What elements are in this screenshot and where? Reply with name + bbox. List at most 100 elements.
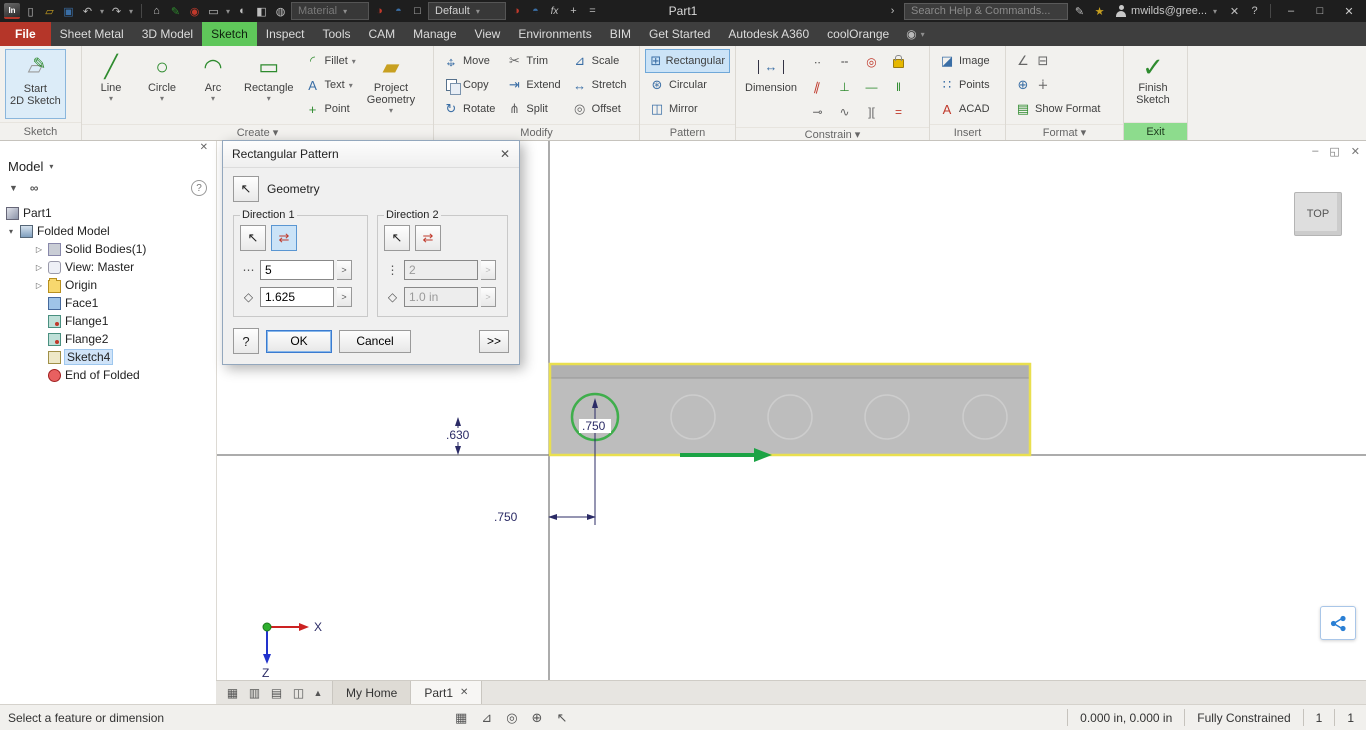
window-maximize-button[interactable]: □ — [1307, 1, 1333, 21]
browser-close-icon[interactable]: ✕ — [200, 142, 208, 155]
status-slice-icon[interactable]: ⊿ — [481, 710, 492, 726]
fix-constraint-icon[interactable] — [885, 49, 912, 74]
status-look-at-icon[interactable]: ◎ — [506, 710, 517, 726]
fillet-tool-button[interactable]: ◜ Fillet ▾ — [301, 49, 360, 73]
dialog-help-button[interactable]: ? — [233, 328, 259, 354]
direction1-flip-button[interactable]: ⇄ — [271, 225, 297, 251]
finish-sketch-button[interactable]: ✓ Finish Sketch — [1129, 49, 1177, 119]
direction2-flip-button[interactable]: ⇄ — [415, 225, 441, 251]
window-close-button[interactable]: ✕ — [1336, 1, 1362, 21]
open-folder-icon[interactable]: ▱ — [41, 2, 58, 20]
undo-icon[interactable]: ↶ — [79, 2, 96, 20]
help-icon[interactable]: ? — [1246, 2, 1263, 20]
filter-funnel-icon[interactable]: ▼ — [9, 183, 18, 193]
tree-item-origin[interactable]: ▷ Origin — [0, 276, 216, 294]
scale-tool-button[interactable]: ⊿ Scale — [568, 49, 631, 73]
tree-item-flange1[interactable]: Flange1 — [0, 312, 216, 330]
window-minimize-button[interactable]: – — [1278, 1, 1304, 21]
tab-bim[interactable]: BIM — [601, 22, 640, 46]
tab-inspect[interactable]: Inspect — [257, 22, 314, 46]
user-account-menu[interactable]: mwilds@gree... ▾ — [1111, 5, 1223, 17]
image-button[interactable]: ◪ Image — [935, 49, 1000, 73]
fillet-caret-icon[interactable]: ▾ — [352, 57, 356, 66]
annotate-icon[interactable]: ✎ — [167, 2, 184, 20]
favorites-star-icon[interactable]: ★ — [1091, 2, 1108, 20]
doc-minimize-icon[interactable]: – — [1312, 145, 1318, 158]
text-tool-button[interactable]: A Text ▾ — [301, 73, 360, 97]
tree-item-solid-bodies[interactable]: ▷ Solid Bodies(1) — [0, 240, 216, 258]
tab-my-home[interactable]: My Home — [332, 681, 412, 704]
show-format-button[interactable]: ▤ Show Format — [1011, 97, 1118, 121]
geometry-pick-button[interactable]: ↖ — [233, 176, 259, 202]
tab-sketch[interactable]: Sketch — [202, 22, 257, 46]
circular-pattern-button[interactable]: ⊛ Circular — [645, 73, 730, 97]
point-tool-button[interactable]: + Point — [301, 97, 360, 121]
material-ball-icon[interactable]: ◐ — [234, 2, 251, 20]
dimension-750-horizontal[interactable]: .750 — [491, 510, 596, 524]
status-grid-snap-icon[interactable]: ▦ — [455, 710, 467, 726]
display-caret-icon[interactable]: ▾ — [224, 7, 232, 16]
parameters-fx-icon[interactable]: fx — [546, 2, 563, 20]
tab-close-icon[interactable]: ✕ — [460, 687, 468, 698]
project-caret-icon[interactable]: ▾ — [389, 106, 393, 115]
search-binoculars-icon[interactable]: ∞ — [30, 181, 39, 195]
tab-cam[interactable]: CAM — [359, 22, 404, 46]
tab-3d-model[interactable]: 3D Model — [133, 22, 202, 46]
rectangular-pattern-button[interactable]: ⊞ Rectangular — [645, 49, 730, 73]
tab-tools[interactable]: Tools — [313, 22, 359, 46]
home-icon[interactable]: ⌂ — [148, 2, 165, 20]
horizontal-constraint-icon[interactable]: ― — [858, 74, 885, 99]
dim-750v-text[interactable]: .750 — [582, 419, 606, 433]
tile-cascade-icon[interactable]: ◫ — [288, 686, 309, 700]
new-file-icon[interactable]: ▯ — [22, 2, 39, 20]
line-tool-button[interactable]: ╱ Line ▾ — [87, 49, 135, 121]
tile-all-icon[interactable]: ▦ — [222, 686, 243, 700]
display-settings-icon[interactable]: ▭ — [205, 2, 222, 20]
extend-tool-button[interactable]: ⇥ Extend — [502, 73, 564, 97]
move-tool-button[interactable]: ↔ ↕ Move — [439, 49, 499, 73]
trim-tool-button[interactable]: ✂ Trim — [502, 49, 564, 73]
tree-item-part1[interactable]: Part1 — [0, 204, 216, 222]
appearance-dropdown[interactable]: Default ▾ — [428, 2, 506, 20]
tab-view[interactable]: View — [466, 22, 510, 46]
copy-tool-button[interactable]: Copy — [439, 73, 499, 97]
acad-button[interactable]: A ACAD — [935, 97, 1000, 121]
status-precise-input-icon[interactable]: ⊕ — [532, 710, 543, 726]
arc-tool-button[interactable]: ◠ Arc ▾ — [189, 49, 237, 121]
tab-file[interactable]: File — [0, 22, 51, 46]
appearance-box-icon[interactable]: □ — [409, 2, 426, 20]
tab-manage[interactable]: Manage — [404, 22, 465, 46]
circle-caret-icon[interactable]: ▾ — [160, 94, 164, 103]
tangent-constraint-icon[interactable]: ⊸ — [804, 99, 831, 124]
direction1-select-button[interactable]: ↖ — [240, 225, 266, 251]
circle-tool-button[interactable]: ○ Circle ▾ — [138, 49, 186, 121]
orbit-red-icon[interactable]: ◑ — [371, 2, 388, 20]
status-select-icon[interactable]: ↖ — [556, 710, 567, 726]
group-label-create[interactable]: Create ▾ — [82, 124, 433, 140]
dim-750h-text[interactable]: .750 — [494, 510, 518, 524]
dialog-titlebar[interactable]: Rectangular Pattern ✕ — [223, 141, 519, 168]
tree-item-face1[interactable]: Face1 — [0, 294, 216, 312]
ok-button[interactable]: OK — [266, 329, 332, 353]
tab-coolorange[interactable]: coolOrange — [818, 22, 898, 46]
origin-point[interactable] — [262, 622, 272, 632]
tree-item-flange2[interactable]: Flange2 — [0, 330, 216, 348]
globe-icon[interactable]: ◍ — [272, 2, 289, 20]
doc-restore-icon[interactable]: ◱ — [1329, 145, 1339, 158]
tab-part1-document[interactable]: Part1 ✕ — [411, 681, 483, 704]
orbit-blue-icon[interactable]: ◓ — [390, 2, 407, 20]
text-caret-icon[interactable]: ▾ — [349, 81, 353, 90]
offset-tool-button[interactable]: ◎ Offset — [568, 97, 631, 121]
more-options-button[interactable]: >> — [478, 329, 509, 353]
stretch-tool-button[interactable]: ↔ Stretch — [568, 73, 631, 97]
equal-constraint-icon[interactable]: = — [885, 99, 912, 124]
symmetric-constraint-icon[interactable]: ][ — [858, 99, 885, 124]
parallel-constraint-icon[interactable]: ∥ — [804, 74, 831, 99]
camera-icon[interactable]: ◉ — [186, 2, 203, 20]
project-geometry-button[interactable]: ▰ Project Geometry ▾ — [363, 49, 419, 121]
direction2-select-button[interactable]: ↖ — [384, 225, 410, 251]
rectangle-tool-button[interactable]: ▭ Rectangle ▾ — [240, 49, 298, 121]
tree-item-view-master[interactable]: ▷ View: Master — [0, 258, 216, 276]
dim-630-text[interactable]: .630 — [446, 428, 470, 442]
save-icon[interactable]: ▣ — [60, 2, 77, 20]
